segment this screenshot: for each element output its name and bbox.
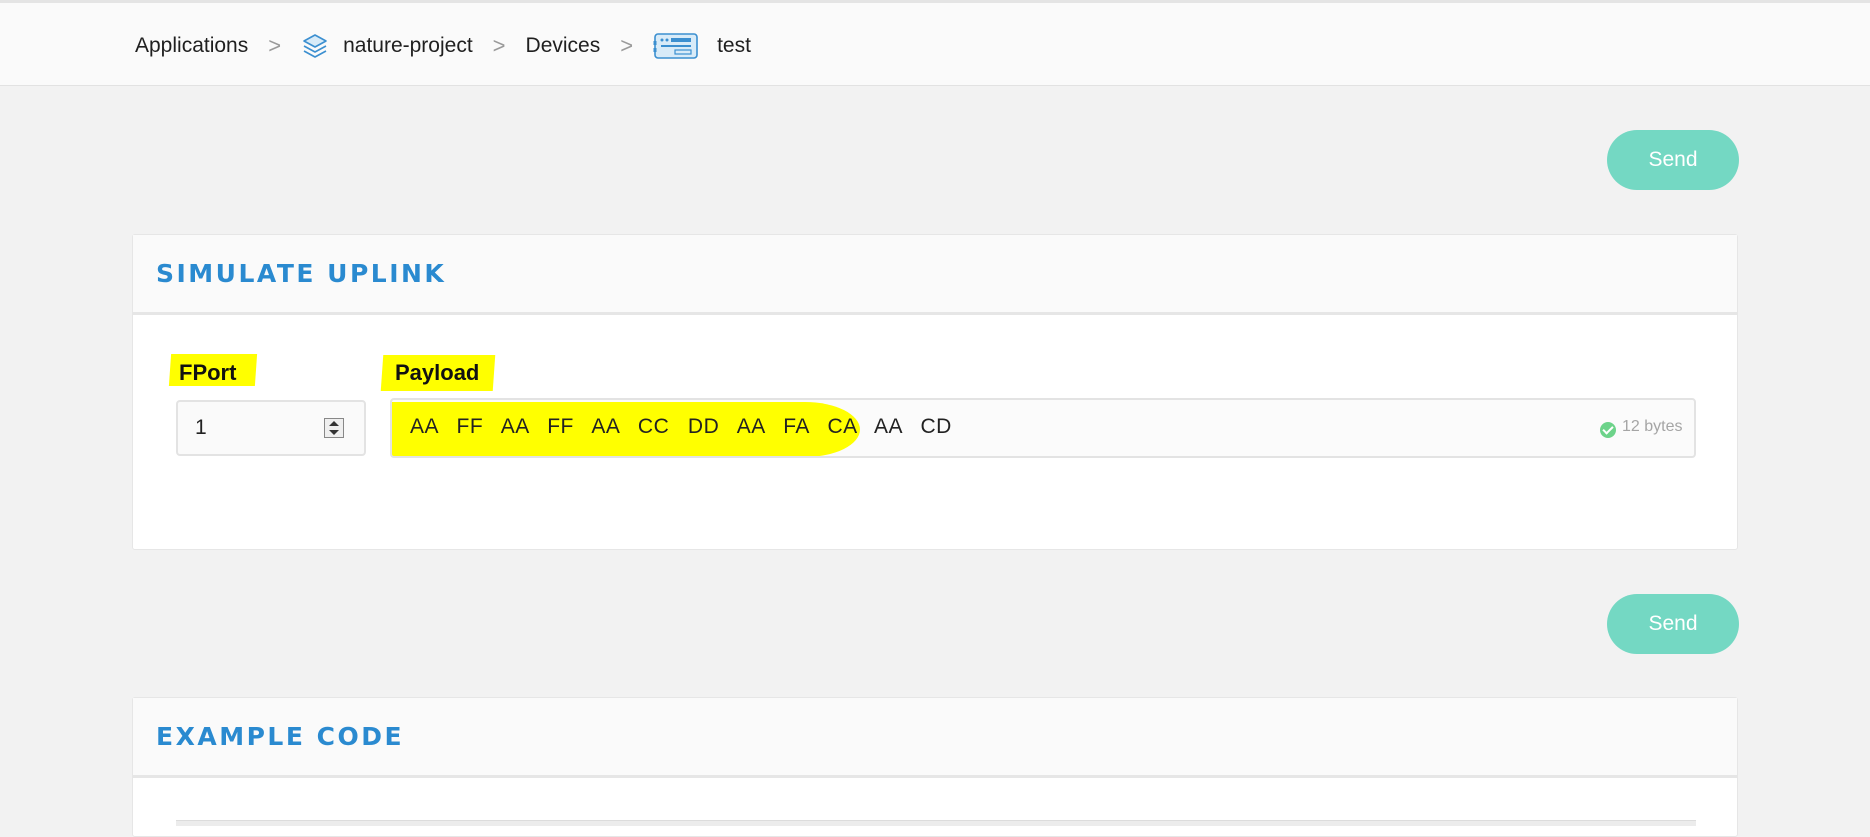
byte-count: 12 bytes — [1622, 418, 1683, 435]
stepper-down-icon[interactable] — [329, 430, 339, 435]
breadcrumb: Applications > nature-project > Devices … — [135, 29, 751, 63]
breadcrumb-devices[interactable]: Devices — [526, 34, 601, 58]
fport-input[interactable]: 1 — [176, 400, 366, 456]
breadcrumb-project[interactable]: nature-project — [343, 34, 473, 58]
payload-value: AA FF AA FF AA CC DD AA FA CA AA CD — [410, 415, 952, 438]
layers-icon — [303, 34, 327, 58]
chevron-right-icon: > — [620, 33, 634, 58]
panel-header: SIMULATE UPLINK — [133, 235, 1737, 315]
panel-title: SIMULATE UPLINK — [156, 259, 447, 288]
fport-label: FPort — [179, 360, 237, 385]
check-icon — [1600, 422, 1616, 438]
device-icon — [653, 33, 698, 59]
chevron-right-icon: > — [492, 33, 506, 58]
stepper-up-icon[interactable] — [329, 421, 339, 426]
panel-header: EXAMPLE CODE — [133, 698, 1737, 778]
send-button[interactable]: Send — [1607, 594, 1739, 654]
payload-label: Payload — [395, 360, 480, 385]
breadcrumb-applications[interactable]: Applications — [135, 34, 248, 58]
panel-title: EXAMPLE CODE — [156, 722, 405, 751]
stepper-icon[interactable] — [324, 418, 344, 438]
example-code-panel: EXAMPLE CODE — [132, 697, 1738, 837]
simulate-uplink-panel: SIMULATE UPLINK — [132, 234, 1738, 550]
payload-input[interactable]: AA FF AA FF AA CC DD AA FA CA AA CD 12 b… — [390, 398, 1696, 458]
top-bar: Applications > nature-project > Devices … — [0, 0, 1870, 86]
code-editor[interactable] — [176, 820, 1696, 826]
chevron-right-icon: > — [268, 33, 282, 58]
breadcrumb-device[interactable]: test — [717, 34, 751, 58]
send-button[interactable]: Send — [1607, 130, 1739, 190]
fport-value: 1 — [195, 416, 207, 439]
